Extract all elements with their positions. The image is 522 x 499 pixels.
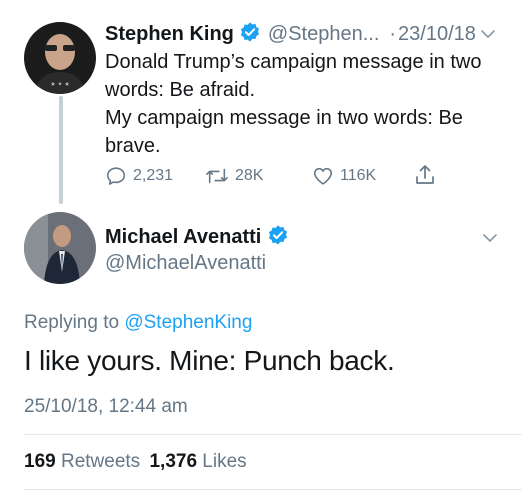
- replying-to-line: Replying to @StephenKing: [24, 312, 252, 334]
- reply-tweet-menu-chevron-icon[interactable]: [482, 230, 498, 246]
- retweet-action[interactable]: 28K: [205, 165, 263, 187]
- reply-tweet-text: I like yours. Mine: Punch back.: [24, 345, 395, 376]
- likes-stat[interactable]: 1,376 Likes: [149, 451, 246, 472]
- reply-author-handle[interactable]: @MichaelAvenatti: [105, 252, 485, 275]
- reply-icon: [105, 165, 127, 187]
- reply-timestamp[interactable]: 25/10/18, 12:44 am: [24, 396, 188, 418]
- reply-action[interactable]: 2,231: [105, 165, 173, 187]
- reply-author-name[interactable]: Michael Avenatti: [105, 226, 261, 249]
- replying-to-handle-link[interactable]: @StephenKing: [124, 312, 252, 333]
- parent-tweet-menu-chevron-icon[interactable]: [480, 26, 496, 42]
- like-count: 116K: [340, 167, 377, 184]
- divider-bottom: [24, 489, 522, 490]
- thread-connector-line: [59, 96, 63, 204]
- likes-label: Likes: [202, 451, 247, 472]
- retweet-icon: [205, 165, 229, 187]
- replying-to-label: Replying to: [24, 312, 120, 333]
- parent-author-handle[interactable]: @Stephen...: [268, 23, 379, 46]
- parent-tweet-header: Stephen King @Stephen... · 23/10/18: [105, 20, 505, 48]
- parent-author-name[interactable]: Stephen King: [105, 23, 234, 46]
- share-icon[interactable]: [413, 163, 437, 192]
- retweets-count: 169: [24, 451, 56, 472]
- verified-badge-icon: [239, 21, 261, 48]
- reply-count: 2,231: [133, 167, 174, 184]
- svg-text:★ ✦ ★: ★ ✦ ★: [50, 81, 70, 88]
- retweets-label: Retweets: [60, 451, 141, 472]
- date-separator: ·: [389, 22, 397, 45]
- parent-tweet-text: Donald Trump’s campaign message in two w…: [105, 51, 482, 157]
- retweet-count: 28K: [235, 167, 264, 184]
- retweets-stat[interactable]: 169 Retweets: [24, 451, 145, 472]
- engagement-stats: 169 Retweets 1,376 Likes: [24, 451, 247, 473]
- like-action[interactable]: 116K: [312, 165, 376, 187]
- reply-author-block: Michael Avenatti @MichaelAvenatti: [105, 224, 485, 275]
- michael-avenatti-avatar[interactable]: [24, 212, 96, 284]
- divider-top: [24, 434, 522, 435]
- stephen-king-avatar[interactable]: ★ ✦ ★: [24, 22, 96, 94]
- verified-badge-icon: [267, 224, 289, 251]
- likes-count: 1,376: [149, 451, 198, 472]
- heart-icon: [312, 165, 334, 187]
- parent-tweet-date[interactable]: 23/10/18: [398, 23, 476, 46]
